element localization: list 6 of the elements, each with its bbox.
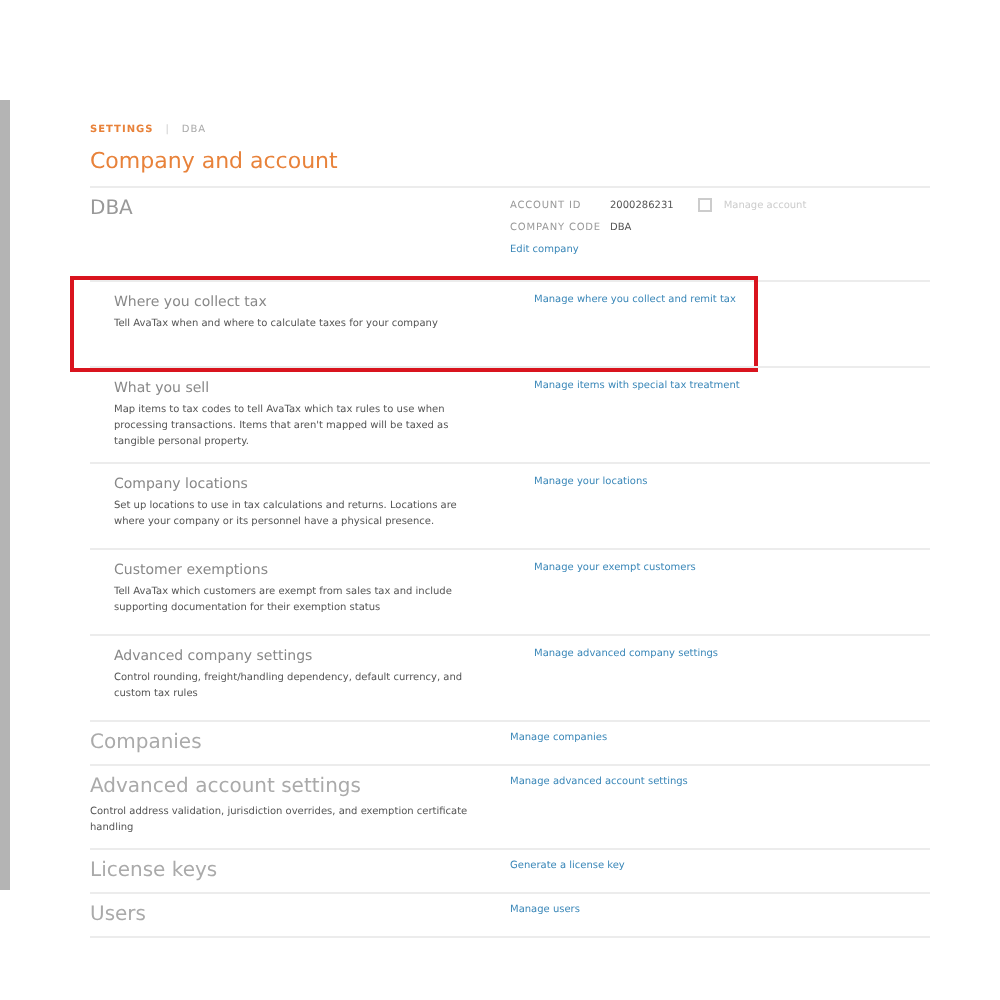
company-name: DBA <box>90 198 135 220</box>
section-title: Companies <box>90 732 204 755</box>
section-title: License keys <box>90 859 220 882</box>
page-title: Company and account <box>90 148 340 174</box>
section-title: Users <box>90 903 149 926</box>
section-title: Advanced account settings <box>90 776 363 799</box>
